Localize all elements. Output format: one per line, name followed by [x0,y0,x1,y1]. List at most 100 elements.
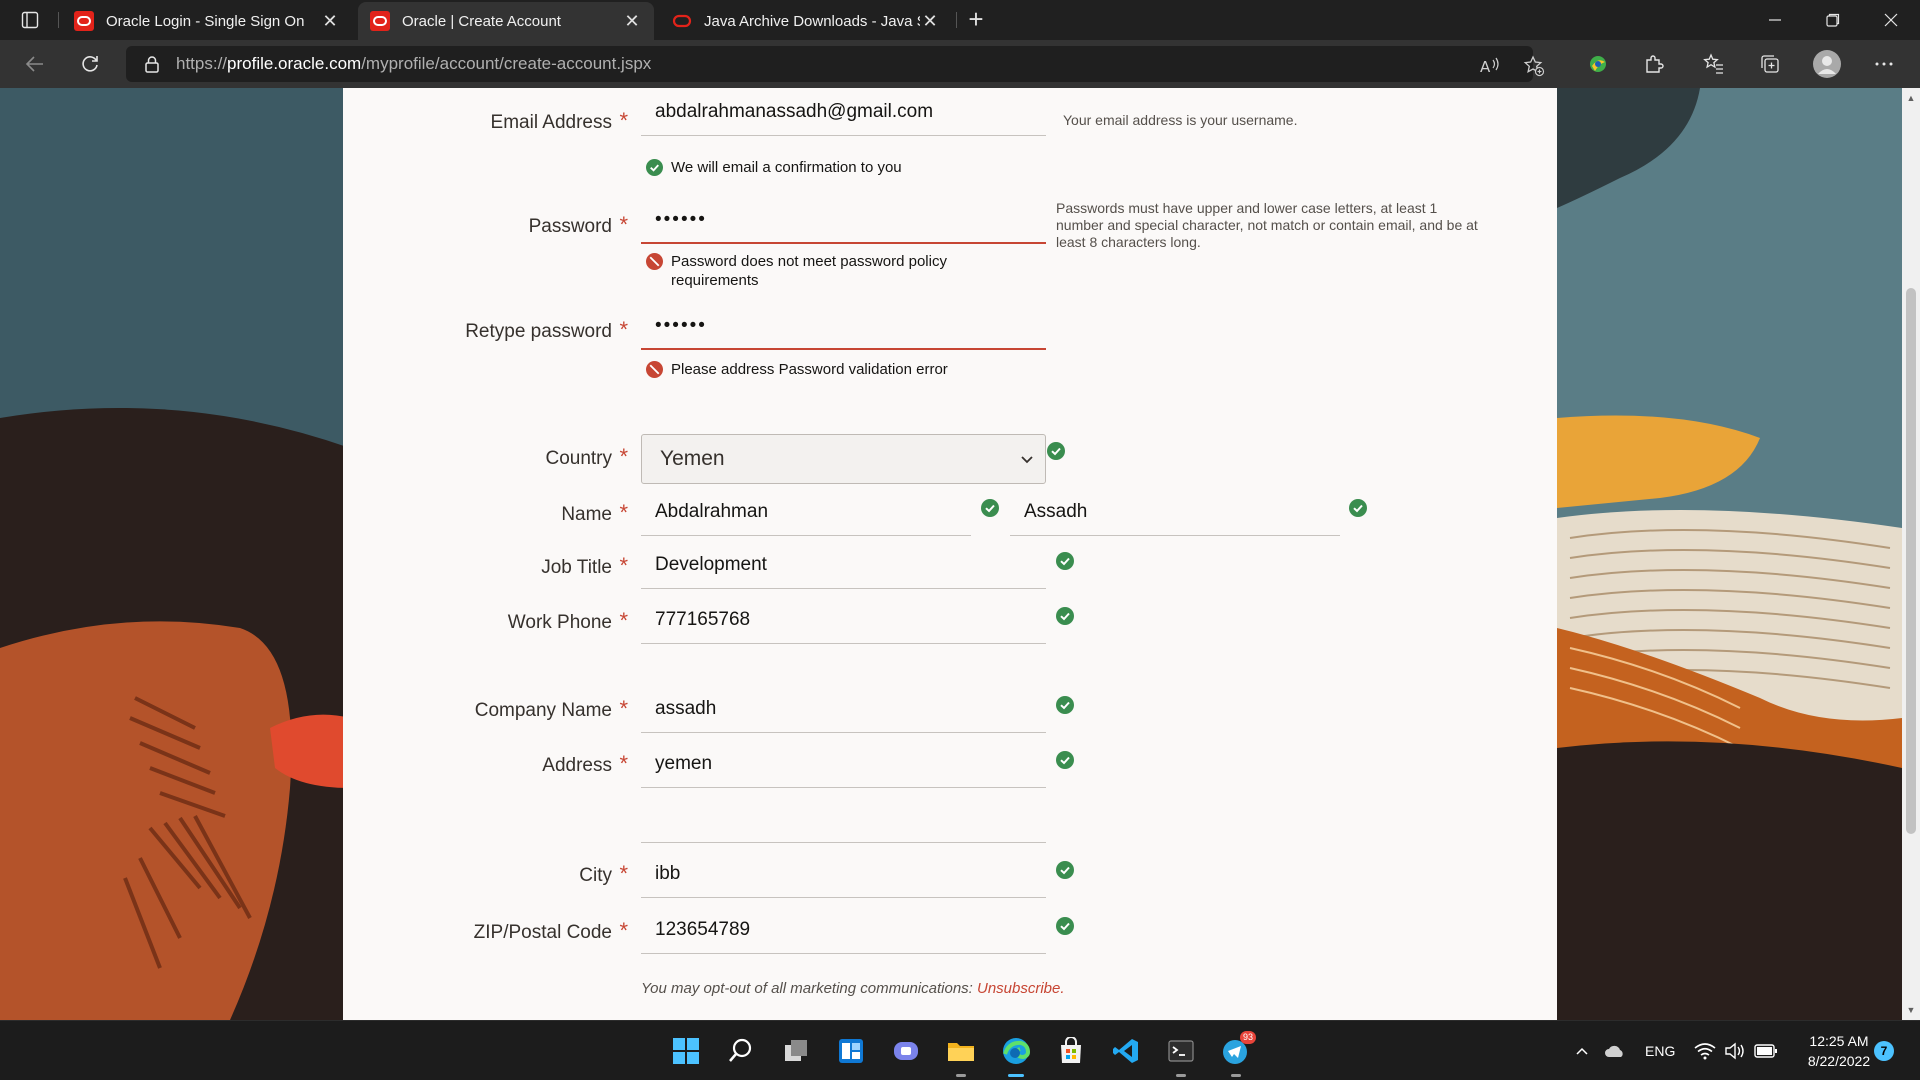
required-asterisk: * [619,212,628,237]
label-text: Address [542,755,612,776]
url-scheme: https:// [176,54,228,73]
oracle-icon [74,11,94,31]
close-icon[interactable]: ✕ [320,11,340,31]
job-title-field[interactable]: Development [641,541,1046,589]
widgets-icon[interactable] [831,1031,871,1071]
zip-code-field[interactable]: 123654789 [641,906,1046,954]
company-name-field[interactable]: assadh [641,685,1046,733]
read-aloud-icon[interactable]: A [1478,54,1502,78]
close-icon[interactable]: ✕ [920,11,940,31]
error-icon [646,361,663,378]
extensions-puzzle-icon[interactable] [1638,48,1670,80]
edge-icon[interactable] [996,1031,1036,1077]
vscode-icon[interactable] [1106,1031,1146,1071]
scroll-down-arrow-icon[interactable]: ▼ [1902,1002,1920,1018]
show-hidden-icons-icon[interactable] [1574,1021,1590,1080]
onedrive-icon[interactable] [1604,1021,1626,1080]
refresh-button[interactable] [74,48,106,80]
url-text[interactable]: https://profile.oracle.com/myprofile/acc… [176,54,651,74]
extension-icon[interactable] [1582,48,1614,80]
teams-chat-icon[interactable] [886,1031,926,1071]
windows-taskbar: 93 ENG 12:25 AM 8/22/2022 7 [0,1020,1920,1080]
country-select[interactable]: Yemen [641,434,1046,484]
tab-actions-icon[interactable] [14,8,46,32]
password-field[interactable]: •••••• [641,198,1046,244]
tab-divider [956,12,957,28]
address-bar[interactable]: https://profile.oracle.com/myprofile/acc… [126,46,1545,82]
minimize-button[interactable] [1746,0,1804,40]
tab-oracle-login[interactable]: Oracle Login - Single Sign On ✕ [62,2,352,40]
first-name-field[interactable]: Abdalrahman [641,488,971,536]
language-indicator[interactable]: ENG [1645,1021,1675,1080]
check-circle-icon [1056,751,1074,769]
volume-icon[interactable] [1724,1021,1746,1080]
notification-badge[interactable]: 7 [1874,1041,1894,1061]
lock-icon[interactable] [144,55,160,73]
last-name-field[interactable]: Assadh [1010,488,1340,536]
label-text: ZIP/Postal Code [473,922,612,943]
address-line1-field[interactable]: yemen [641,740,1046,788]
required-asterisk: * [619,108,628,133]
country-value: Yemen [660,447,725,470]
close-window-button[interactable] [1862,0,1920,40]
email-hint: Your email address is your username. [1063,112,1298,128]
oracle-icon [370,11,390,31]
city-field[interactable]: ibb [641,850,1046,898]
unsubscribe-link[interactable]: Unsubscribe. [977,980,1065,997]
email-field[interactable]: abdalrahmanassadh@gmail.com [641,88,1046,136]
error-icon [646,253,663,270]
work-phone-label: Work Phone * [342,608,628,634]
battery-icon[interactable] [1754,1021,1778,1080]
label-text: Work Phone [507,612,612,633]
work-phone-field[interactable]: 777165768 [641,596,1046,644]
check-circle-icon [1349,499,1367,517]
required-asterisk: * [619,608,628,633]
label-text: Password [528,216,612,237]
scroll-up-arrow-icon[interactable]: ▲ [1902,90,1920,106]
wifi-icon[interactable] [1694,1021,1716,1080]
create-account-form: Email Address * abdalrahmanassadh@gmail.c… [343,88,1557,1020]
label-text: City [579,865,612,886]
running-indicator [1008,1074,1024,1077]
check-circle-icon [1047,442,1065,460]
restore-button[interactable] [1804,0,1862,40]
back-button[interactable] [19,48,51,80]
city-label: City * [342,861,628,887]
check-circle-icon [1056,552,1074,570]
message-text: Password does not meet password policy r… [671,253,947,289]
tab-java-archive[interactable]: Java Archive Downloads - Java SE ✕ [660,2,952,40]
tab-title: Oracle Login - Single Sign On [106,12,305,30]
required-asterisk: * [619,751,628,776]
scroll-thumb[interactable] [1906,288,1916,834]
label-text: Email Address [490,112,612,133]
more-menu-icon[interactable] [1868,48,1900,80]
new-tab-button[interactable]: + [962,6,990,34]
favorites-icon[interactable] [1698,48,1730,80]
address-line2-field[interactable] [641,795,1046,843]
required-asterisk: * [619,553,628,578]
check-circle-icon [1056,607,1074,625]
add-favorite-icon[interactable] [1522,54,1546,78]
label-text: Country [545,448,612,469]
check-circle-icon [1056,917,1074,935]
terminal-icon[interactable] [1161,1031,1201,1077]
url-path: /myprofile/account/create-account.jspx [361,54,652,73]
collections-icon[interactable] [1754,48,1786,80]
file-explorer-icon[interactable] [941,1031,981,1077]
task-view-icon[interactable] [776,1031,816,1071]
close-icon[interactable]: ✕ [622,11,642,31]
search-icon[interactable] [721,1031,761,1071]
profile-avatar[interactable] [1811,48,1843,80]
windows-start-icon[interactable] [666,1031,706,1071]
oracle-outline-icon [672,11,692,31]
url-host: profile.oracle.com [227,54,362,73]
password-label: Password * [342,212,628,238]
name-label: Name * [342,500,628,526]
microsoft-store-icon[interactable] [1051,1031,1091,1071]
telegram-icon[interactable]: 93 [1216,1031,1256,1077]
clock-date: 8/22/2022 [1807,1053,1871,1069]
retype-password-field[interactable]: •••••• [641,304,1046,350]
page-scrollbar[interactable]: ▲ ▼ [1902,88,1920,1020]
tab-title: Oracle | Create Account [402,12,561,30]
tab-oracle-create-account[interactable]: Oracle | Create Account ✕ [358,2,654,40]
